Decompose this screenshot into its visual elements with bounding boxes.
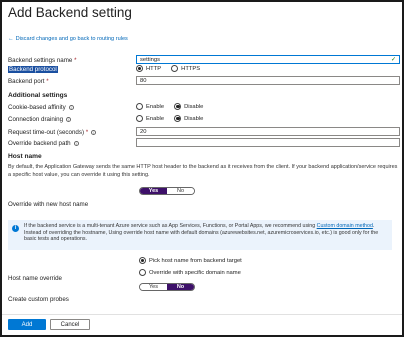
arrow-left-icon: ←: [8, 36, 14, 42]
override-host-toggle[interactable]: Yes No: [139, 187, 195, 195]
draining-radio-group: Enable Disable: [136, 115, 203, 122]
info-icon: i: [68, 104, 74, 110]
name-input[interactable]: settings ✓: [136, 55, 400, 64]
protocol-http-radio[interactable]: HTTP: [136, 65, 161, 72]
info-icon: i: [12, 225, 19, 232]
pick-host-radio[interactable]: Pick host name from backend target: [139, 257, 242, 264]
radio-empty-icon: [139, 269, 146, 276]
footer-divider: [2, 314, 402, 315]
check-icon: ✓: [390, 57, 396, 63]
specific-domain-radio[interactable]: Override with specific domain name: [139, 269, 241, 276]
radio-selected-icon: [136, 65, 143, 72]
info-icon: i: [73, 140, 79, 146]
custom-domain-link[interactable]: Custom domain method: [317, 223, 373, 229]
probes-no[interactable]: No: [167, 284, 194, 290]
radio-selected-icon: [139, 257, 146, 264]
add-button[interactable]: Add: [8, 319, 46, 330]
info-icon: i: [66, 116, 72, 122]
timeout-input[interactable]: 20: [136, 127, 400, 136]
probes-yes[interactable]: Yes: [140, 284, 167, 290]
host-name-description: By default, the Application Gateway send…: [8, 164, 398, 178]
custom-probes-toggle[interactable]: Yes No: [139, 283, 195, 291]
name-label: Backend settings name *: [8, 57, 77, 64]
host-name-override-label: Host name override: [8, 275, 62, 282]
override-path-label: Override backend path i: [8, 140, 79, 147]
draining-enable-radio[interactable]: Enable: [136, 115, 164, 122]
radio-empty-icon: [171, 65, 179, 72]
port-label: Backend port *: [8, 78, 49, 85]
cookie-label: Cookie-based affinity i: [8, 104, 74, 111]
radio-selected-icon: [174, 103, 182, 110]
info-bar: i If the backend service is a multi-tena…: [8, 220, 392, 250]
radio-selected-icon: [174, 115, 182, 122]
custom-probes-label: Create custom probes: [8, 296, 69, 303]
override-host-label: Override with new host name: [8, 201, 89, 208]
panel: Add Backend setting ← Discard changes an…: [0, 0, 404, 337]
timeout-label: Request time-out (seconds) * i: [8, 129, 97, 136]
host-name-heading: Host name: [8, 153, 42, 160]
radio-empty-icon: [136, 103, 143, 110]
additional-settings-heading: Additional settings: [8, 92, 68, 99]
override-path-input[interactable]: [136, 138, 400, 147]
draining-label: Connection draining i: [8, 116, 72, 123]
radio-empty-icon: [136, 115, 143, 122]
protocol-label: Backend protocol: [8, 66, 58, 73]
draining-disable-radio[interactable]: Disable: [174, 115, 203, 122]
toggle-yes[interactable]: Yes: [140, 188, 167, 194]
cancel-button[interactable]: Cancel: [50, 319, 90, 330]
cookie-disable-radio[interactable]: Disable: [174, 103, 203, 110]
protocol-https-radio[interactable]: HTTPS: [171, 65, 200, 72]
back-link[interactable]: ← Discard changes and go back to routing…: [8, 36, 128, 42]
cookie-enable-radio[interactable]: Enable: [136, 103, 164, 110]
protocol-radio-group: HTTP HTTPS: [136, 65, 200, 72]
back-link-label: Discard changes and go back to routing r…: [15, 36, 128, 42]
toggle-no[interactable]: No: [167, 188, 194, 194]
info-bar-text: If the backend service is a multi-tenant…: [24, 223, 379, 242]
cookie-radio-group: Enable Disable: [136, 103, 203, 110]
port-input[interactable]: 80: [136, 76, 400, 85]
info-icon: i: [91, 129, 97, 135]
page-title: Add Backend setting: [8, 5, 132, 20]
